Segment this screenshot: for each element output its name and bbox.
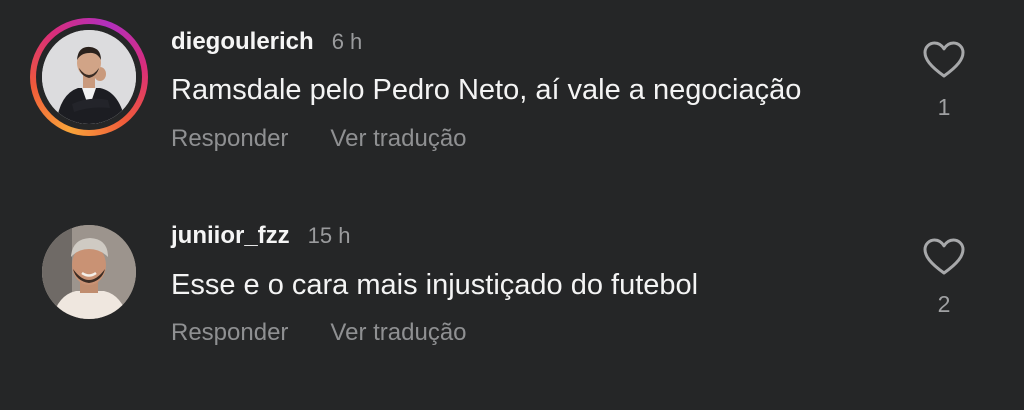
see-translation-button[interactable]: Ver tradução (330, 319, 466, 347)
reply-button[interactable]: Responder (171, 125, 288, 153)
comment-meta: diegoulerich 6 h (171, 28, 362, 56)
see-translation-button[interactable]: Ver tradução (330, 125, 466, 153)
comment-item: juniior_fzz 15 h Esse e o cara mais inju… (0, 215, 1024, 375)
like-count: 2 (937, 291, 951, 317)
comment-item: diegoulerich 6 h Ramsdale pelo Pedro Net… (0, 18, 1024, 178)
heart-icon[interactable] (922, 40, 966, 80)
username[interactable]: diegoulerich (171, 28, 314, 56)
like-control: 1 (921, 40, 967, 121)
reply-button[interactable]: Responder (171, 319, 288, 347)
man-in-suit-avatar-icon (42, 30, 136, 124)
comment-text: Esse e o cara mais injustiçado do futebo… (171, 269, 699, 301)
timestamp: 15 h (307, 223, 351, 248)
timestamp: 6 h (331, 29, 363, 54)
comment-text: Ramsdale pelo Pedro Neto, aí vale a nego… (171, 74, 802, 106)
like-count: 1 (937, 94, 951, 120)
heart-icon[interactable] (922, 237, 966, 277)
comment-meta: juniior_fzz 15 h (171, 222, 351, 250)
comment-actions: Responder Ver tradução (171, 319, 467, 347)
comment-actions: Responder Ver tradução (171, 125, 467, 153)
like-control: 2 (921, 237, 967, 318)
username[interactable]: juniior_fzz (171, 222, 290, 250)
avatar[interactable] (30, 18, 148, 136)
smiling-man-avatar-icon[interactable] (42, 225, 136, 319)
